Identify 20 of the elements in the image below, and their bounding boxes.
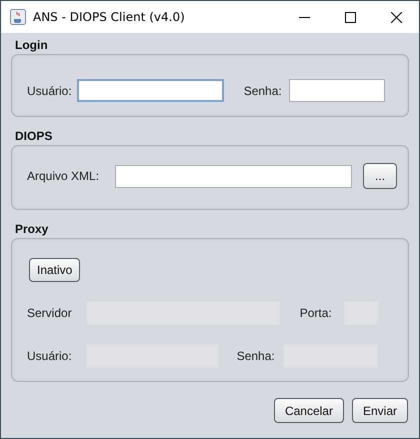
field-label: Servidor	[27, 306, 72, 320]
section-heading: Login	[15, 38, 49, 52]
section-heading: DIOPS	[15, 129, 54, 143]
password-field[interactable]	[288, 79, 385, 102]
close-icon	[390, 12, 402, 22]
username-field[interactable]	[76, 79, 224, 102]
maximize-icon	[344, 12, 356, 22]
java-cup-icon	[10, 9, 26, 25]
section-heading: Proxy	[15, 222, 50, 236]
field-label: Usuário:	[27, 84, 72, 98]
browse-button[interactable]: ...	[363, 163, 398, 189]
field-label: Senha:	[236, 349, 275, 363]
field-label: Senha:	[244, 84, 282, 98]
dialog-button[interactable]: Cancelar	[274, 398, 344, 423]
field-label: Porta:	[300, 306, 332, 320]
dialog-button[interactable]: Enviar	[352, 398, 408, 423]
field-label: Arquivo XML:	[27, 169, 100, 183]
window-title: ANS - DIOPS Client (v4.0)	[33, 10, 186, 24]
field-label: Usuário:	[27, 349, 72, 363]
xml-file-field[interactable]	[115, 164, 352, 188]
